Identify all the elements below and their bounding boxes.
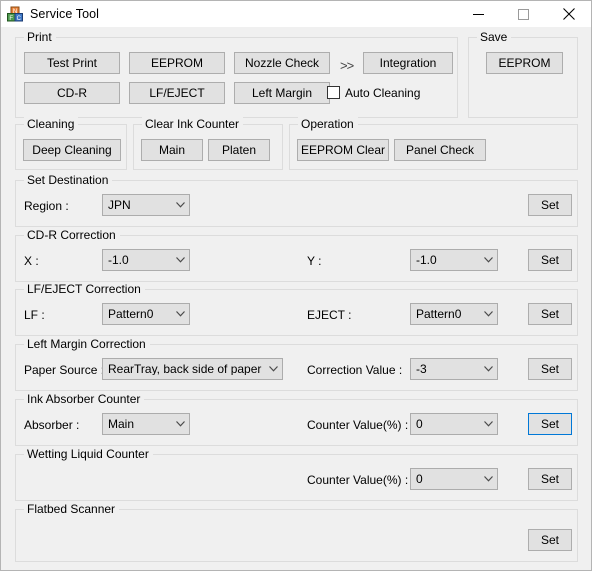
lf-dropdown[interactable]: Pattern0 bbox=[102, 303, 190, 325]
chevron-down-icon bbox=[265, 366, 282, 372]
chevron-down-icon bbox=[480, 366, 497, 372]
paper-source-label: Paper Source : bbox=[24, 363, 105, 377]
group-set-destination-legend: Set Destination bbox=[24, 173, 113, 187]
nozzle-check-button[interactable]: Nozzle Check bbox=[234, 52, 330, 74]
correction-value-dropdown[interactable]: -3 bbox=[410, 358, 498, 380]
service-tool-window: N F C Service Tool Print Test Print EEPR… bbox=[0, 0, 592, 571]
clear-ink-platen-button[interactable]: Platen bbox=[208, 139, 270, 161]
chevron-down-icon bbox=[480, 257, 497, 263]
flatbed-scanner-set-button[interactable]: Set bbox=[528, 529, 572, 551]
region-dropdown[interactable]: JPN bbox=[102, 194, 190, 216]
ink-absorber-counter-set-button[interactable]: Set bbox=[528, 413, 572, 435]
wetting-counter-value-dropdown-value: 0 bbox=[416, 473, 423, 485]
paper-source-dropdown[interactable]: RearTray, back side of paper bbox=[102, 358, 283, 380]
group-lf-eject-correction: LF/EJECT Correction LF : Pattern0 EJECT … bbox=[15, 282, 578, 336]
paper-source-dropdown-value: RearTray, back side of paper bbox=[108, 363, 262, 375]
left-margin-button[interactable]: Left Margin bbox=[234, 82, 330, 104]
save-eeprom-button[interactable]: EEPROM bbox=[486, 52, 563, 74]
print-flow-separator: >> bbox=[340, 58, 354, 73]
set-destination-set-button[interactable]: Set bbox=[528, 194, 572, 216]
group-flatbed-scanner-legend: Flatbed Scanner bbox=[24, 502, 120, 516]
ink-counter-value-dropdown-value: 0 bbox=[416, 418, 423, 430]
region-label: Region : bbox=[24, 199, 69, 213]
group-left-margin-correction-legend: Left Margin Correction bbox=[24, 337, 150, 351]
group-left-margin-correction: Left Margin Correction Paper Source : Re… bbox=[15, 337, 578, 391]
cdr-y-dropdown[interactable]: -1.0 bbox=[410, 249, 498, 271]
cdr-y-dropdown-value: -1.0 bbox=[416, 254, 437, 266]
group-cdr-correction: CD-R Correction X : -1.0 Y : -1.0 Set bbox=[15, 228, 578, 282]
lf-eject-button[interactable]: LF/EJECT bbox=[129, 82, 225, 104]
group-clear-ink-counter-legend: Clear Ink Counter bbox=[142, 117, 244, 131]
chevron-down-icon bbox=[480, 476, 497, 482]
group-wetting-liquid-counter-legend: Wetting Liquid Counter bbox=[24, 447, 153, 461]
app-blocks-icon: N F C bbox=[7, 6, 23, 22]
deep-cleaning-button[interactable]: Deep Cleaning bbox=[23, 139, 121, 161]
cdr-correction-set-button[interactable]: Set bbox=[528, 249, 572, 271]
cdr-x-label: X : bbox=[24, 254, 39, 268]
chevron-down-icon bbox=[480, 311, 497, 317]
group-operation-legend: Operation bbox=[298, 117, 358, 131]
group-ink-absorber-counter: Ink Absorber Counter Absorber : Main Cou… bbox=[15, 392, 578, 446]
svg-text:C: C bbox=[17, 16, 22, 22]
chevron-down-icon bbox=[172, 202, 189, 208]
chevron-down-icon bbox=[480, 421, 497, 427]
group-print-legend: Print bbox=[24, 30, 56, 44]
group-wetting-liquid-counter: Wetting Liquid Counter Counter Value(%) … bbox=[15, 447, 578, 501]
window-title: Service Tool bbox=[30, 7, 100, 21]
eeprom-clear-button[interactable]: EEPROM Clear bbox=[297, 139, 389, 161]
cdr-y-label: Y : bbox=[307, 254, 322, 268]
group-print: Print Test Print EEPROM Nozzle Check >> … bbox=[15, 30, 458, 118]
absorber-label: Absorber : bbox=[24, 418, 80, 432]
auto-cleaning-checkbox[interactable] bbox=[327, 86, 340, 99]
lf-eject-correction-set-button[interactable]: Set bbox=[528, 303, 572, 325]
group-flatbed-scanner: Flatbed Scanner Set bbox=[15, 502, 578, 562]
group-operation: Operation EEPROM Clear Panel Check bbox=[289, 117, 578, 170]
group-clear-ink-counter: Clear Ink Counter Main Platen bbox=[133, 117, 283, 170]
group-save-legend: Save bbox=[477, 30, 512, 44]
close-icon[interactable] bbox=[546, 1, 591, 27]
auto-cleaning-label: Auto Cleaning bbox=[345, 85, 421, 100]
cdr-x-dropdown[interactable]: -1.0 bbox=[102, 249, 190, 271]
group-cdr-correction-legend: CD-R Correction bbox=[24, 228, 120, 242]
cdr-x-dropdown-value: -1.0 bbox=[108, 254, 129, 266]
group-cleaning: Cleaning Deep Cleaning bbox=[15, 117, 127, 170]
absorber-dropdown-value: Main bbox=[108, 418, 135, 430]
group-save: Save EEPROM bbox=[468, 30, 578, 118]
correction-value-label: Correction Value : bbox=[307, 363, 403, 377]
cd-r-button[interactable]: CD-R bbox=[24, 82, 120, 104]
chevron-down-icon bbox=[172, 257, 189, 263]
clear-ink-main-button[interactable]: Main bbox=[141, 139, 203, 161]
left-margin-correction-set-button[interactable]: Set bbox=[528, 358, 572, 380]
print-eeprom-button[interactable]: EEPROM bbox=[129, 52, 225, 74]
absorber-dropdown[interactable]: Main bbox=[102, 413, 190, 435]
svg-text:F: F bbox=[9, 16, 13, 22]
group-cleaning-legend: Cleaning bbox=[24, 117, 79, 131]
chevron-down-icon bbox=[172, 311, 189, 317]
lf-dropdown-value: Pattern0 bbox=[108, 308, 154, 320]
eject-label: EJECT : bbox=[307, 308, 352, 322]
maximize-icon[interactable] bbox=[501, 1, 546, 27]
auto-cleaning-checkbox-row[interactable]: Auto Cleaning bbox=[327, 86, 420, 99]
window-controls bbox=[456, 1, 591, 27]
wetting-liquid-counter-set-button[interactable]: Set bbox=[528, 468, 572, 490]
client-area: Print Test Print EEPROM Nozzle Check >> … bbox=[1, 27, 591, 570]
ink-counter-value-label: Counter Value(%) : bbox=[307, 418, 409, 432]
test-print-button[interactable]: Test Print bbox=[24, 52, 120, 74]
ink-counter-value-dropdown[interactable]: 0 bbox=[410, 413, 498, 435]
wetting-counter-value-label: Counter Value(%) : bbox=[307, 473, 409, 487]
lf-label: LF : bbox=[24, 308, 45, 322]
correction-value-dropdown-value: -3 bbox=[416, 363, 427, 375]
eject-dropdown-value: Pattern0 bbox=[416, 308, 462, 320]
integration-button[interactable]: Integration bbox=[363, 52, 453, 74]
panel-check-button[interactable]: Panel Check bbox=[394, 139, 486, 161]
group-lf-eject-correction-legend: LF/EJECT Correction bbox=[24, 282, 145, 296]
eject-dropdown[interactable]: Pattern0 bbox=[410, 303, 498, 325]
wetting-counter-value-dropdown[interactable]: 0 bbox=[410, 468, 498, 490]
group-set-destination: Set Destination Region : JPN Set bbox=[15, 173, 578, 227]
chevron-down-icon bbox=[172, 421, 189, 427]
region-dropdown-value: JPN bbox=[108, 199, 131, 211]
group-ink-absorber-counter-legend: Ink Absorber Counter bbox=[24, 392, 145, 406]
minimize-icon[interactable] bbox=[456, 1, 501, 27]
title-bar: N F C Service Tool bbox=[1, 1, 591, 28]
